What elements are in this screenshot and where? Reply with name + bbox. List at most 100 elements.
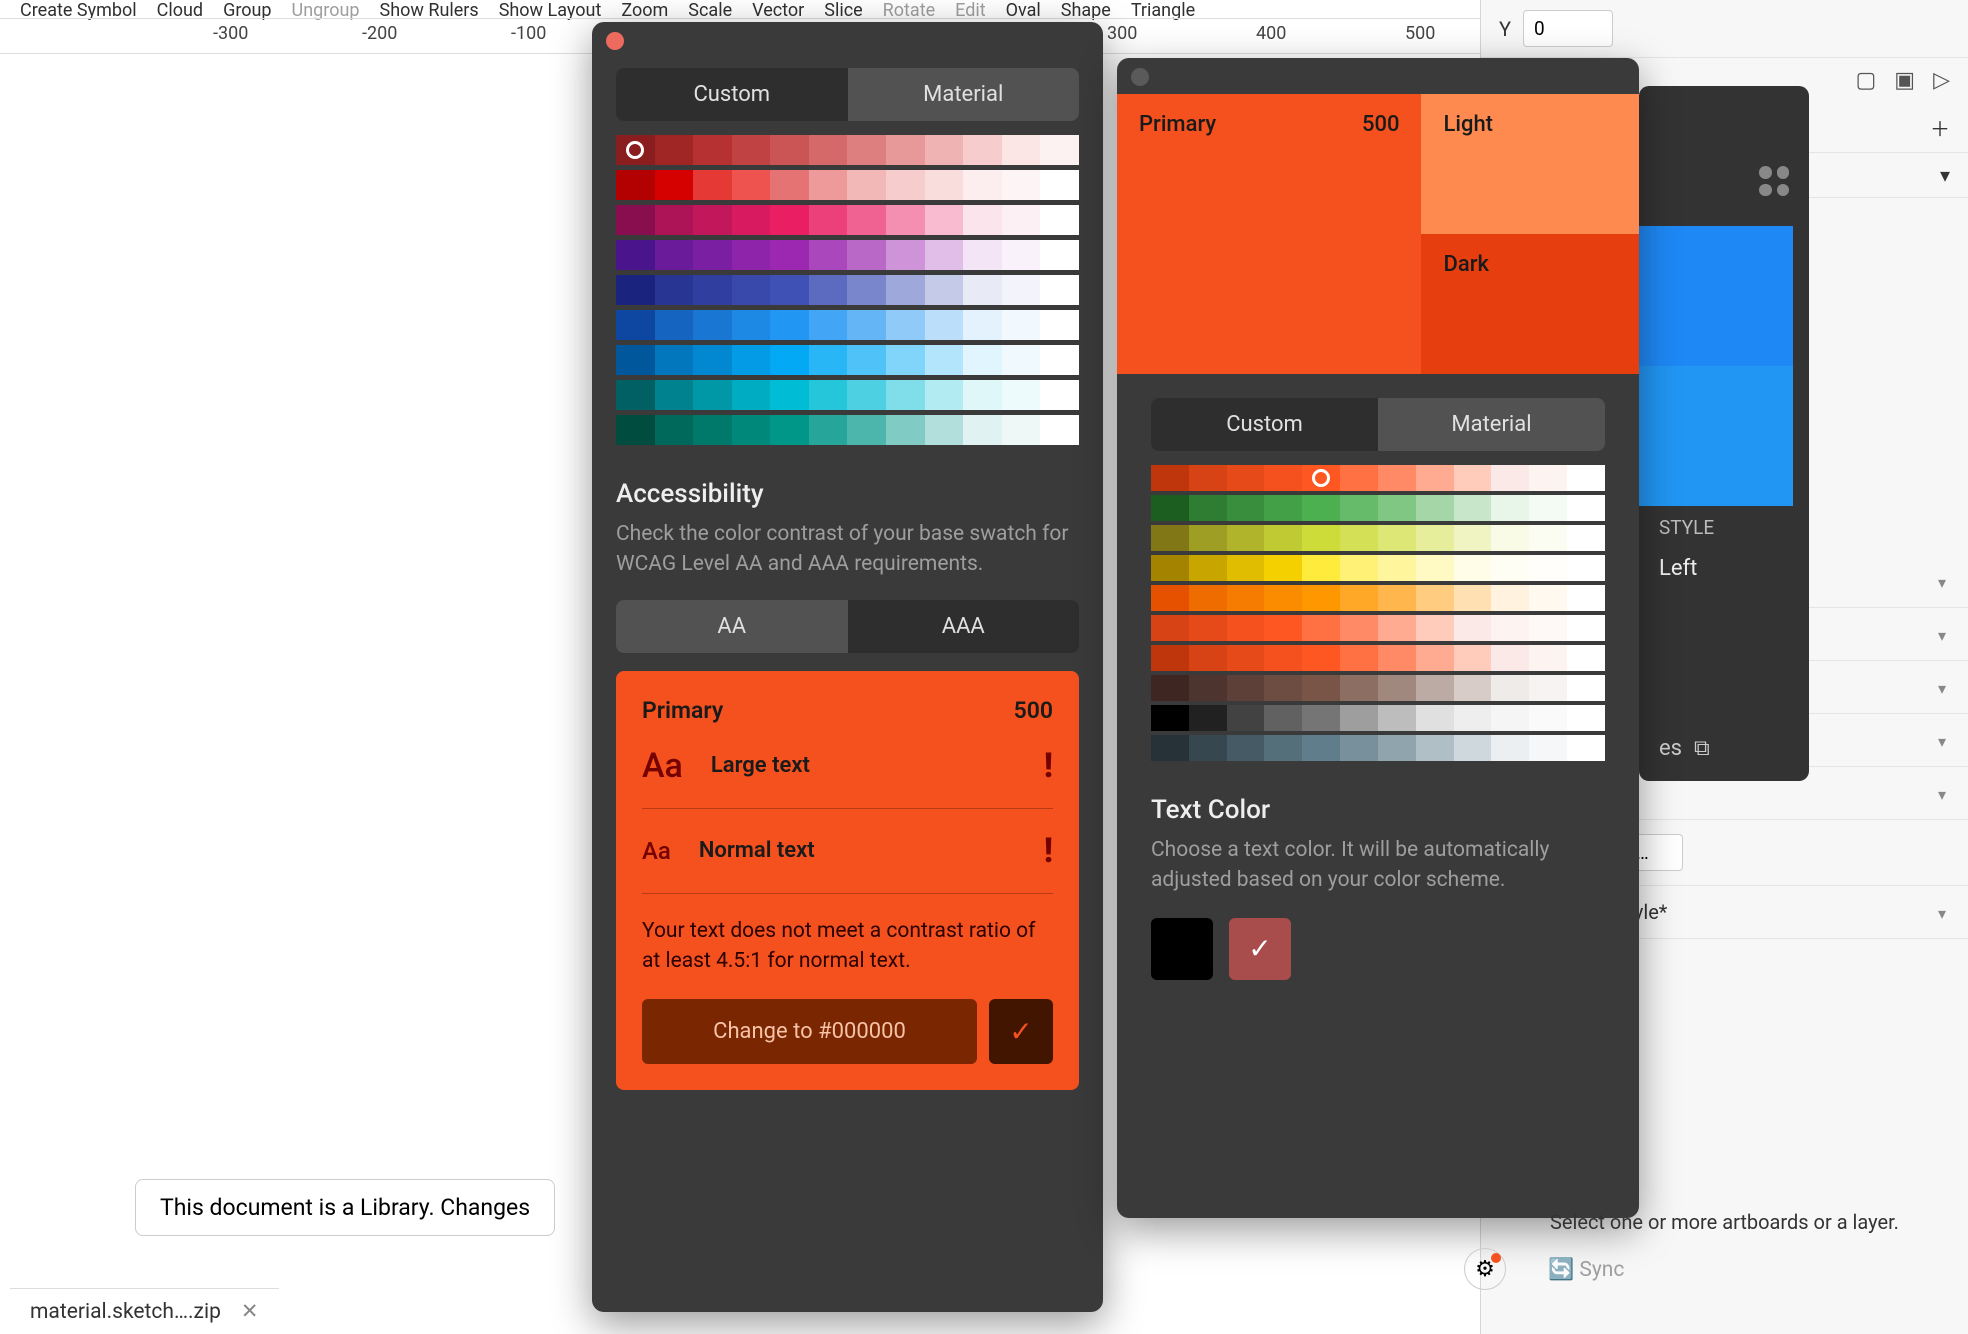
color-swatch[interactable] xyxy=(1227,615,1265,641)
color-swatch[interactable] xyxy=(693,205,732,235)
color-swatch[interactable] xyxy=(693,240,732,270)
color-swatch[interactable] xyxy=(1151,525,1189,551)
toolbar-edit[interactable]: Edit xyxy=(955,0,985,18)
color-swatch[interactable] xyxy=(1529,555,1567,581)
color-swatch[interactable] xyxy=(1151,585,1189,611)
color-swatch[interactable] xyxy=(809,205,848,235)
close-tab-icon[interactable]: ✕ xyxy=(241,1299,259,1324)
color-swatch[interactable] xyxy=(1302,465,1340,491)
color-swatch[interactable] xyxy=(1040,380,1079,410)
color-swatch[interactable] xyxy=(1454,465,1492,491)
color-swatch[interactable] xyxy=(1529,585,1567,611)
style-value[interactable]: Left xyxy=(1659,556,1697,581)
color-swatch[interactable] xyxy=(1567,675,1605,701)
seg-aaa[interactable]: AAA xyxy=(848,600,1080,653)
primary-light-swatch[interactable]: Light xyxy=(1421,94,1639,234)
color-swatch[interactable] xyxy=(1002,275,1041,305)
palette-ramps-2[interactable] xyxy=(1151,465,1605,761)
color-swatch[interactable] xyxy=(1378,465,1416,491)
color-ramp[interactable] xyxy=(1151,555,1605,581)
color-ramp[interactable] xyxy=(616,415,1079,445)
color-swatch[interactable] xyxy=(770,170,809,200)
color-swatch[interactable] xyxy=(809,135,848,165)
color-swatch[interactable] xyxy=(1264,705,1302,731)
color-swatch[interactable] xyxy=(655,205,694,235)
color-swatch[interactable] xyxy=(847,345,886,375)
color-swatch[interactable] xyxy=(1491,735,1529,761)
toolbar-ungroup[interactable]: Ungroup xyxy=(292,0,360,18)
color-swatch[interactable] xyxy=(1151,705,1189,731)
toolbar-show-layout[interactable]: Show Layout xyxy=(499,0,602,18)
color-swatch[interactable] xyxy=(1378,705,1416,731)
color-swatch[interactable] xyxy=(1378,675,1416,701)
color-swatch[interactable] xyxy=(1416,525,1454,551)
color-swatch[interactable] xyxy=(732,135,771,165)
color-swatch[interactable] xyxy=(925,135,964,165)
color-swatch[interactable] xyxy=(963,415,1002,445)
color-swatch[interactable] xyxy=(616,415,655,445)
color-swatch[interactable] xyxy=(1189,645,1227,671)
color-swatch[interactable] xyxy=(847,135,886,165)
color-swatch[interactable] xyxy=(693,275,732,305)
color-swatch[interactable] xyxy=(1491,675,1529,701)
color-swatch[interactable] xyxy=(655,170,694,200)
color-swatch[interactable] xyxy=(732,275,771,305)
color-swatch[interactable] xyxy=(1151,615,1189,641)
color-ramp[interactable] xyxy=(616,380,1079,410)
toolbar-zoom[interactable]: Zoom xyxy=(621,0,668,18)
color-swatch[interactable] xyxy=(886,415,925,445)
color-swatch[interactable] xyxy=(770,345,809,375)
color-swatch[interactable] xyxy=(1264,675,1302,701)
seg-material[interactable]: Material xyxy=(1378,398,1605,451)
color-swatch[interactable] xyxy=(1302,555,1340,581)
color-swatch[interactable] xyxy=(1264,555,1302,581)
color-swatch[interactable] xyxy=(770,275,809,305)
color-swatch[interactable] xyxy=(963,240,1002,270)
color-swatch[interactable] xyxy=(693,310,732,340)
color-swatch[interactable] xyxy=(1002,345,1041,375)
color-swatch[interactable] xyxy=(1227,465,1265,491)
text-color-selected[interactable]: ✓ xyxy=(1229,918,1291,980)
settings-button[interactable]: ⚙ xyxy=(1464,1248,1506,1290)
color-swatch[interactable] xyxy=(809,380,848,410)
color-swatch[interactable] xyxy=(1567,705,1605,731)
color-swatch[interactable] xyxy=(1567,735,1605,761)
color-swatch[interactable] xyxy=(732,205,771,235)
color-swatch[interactable] xyxy=(1567,525,1605,551)
color-swatch[interactable] xyxy=(770,310,809,340)
color-ramp[interactable] xyxy=(1151,465,1605,491)
color-swatch[interactable] xyxy=(616,345,655,375)
toolbar-triangle[interactable]: Triangle xyxy=(1131,0,1195,18)
color-swatch[interactable] xyxy=(1002,415,1041,445)
color-swatch[interactable] xyxy=(809,275,848,305)
color-swatch[interactable] xyxy=(732,380,771,410)
color-swatch[interactable] xyxy=(925,380,964,410)
color-swatch[interactable] xyxy=(1340,555,1378,581)
palette-type-seg[interactable]: Custom Material xyxy=(616,68,1079,121)
color-swatch[interactable] xyxy=(655,415,694,445)
color-swatch[interactable] xyxy=(1002,170,1041,200)
grid-icon[interactable] xyxy=(1759,166,1789,196)
color-swatch[interactable] xyxy=(1340,735,1378,761)
color-swatch[interactable] xyxy=(1416,675,1454,701)
color-swatch[interactable] xyxy=(1378,585,1416,611)
color-swatch[interactable] xyxy=(1189,465,1227,491)
color-swatch[interactable] xyxy=(1264,465,1302,491)
color-swatch[interactable] xyxy=(847,380,886,410)
seg-aa[interactable]: AA xyxy=(616,600,848,653)
color-swatch[interactable] xyxy=(616,275,655,305)
color-swatch[interactable] xyxy=(1227,705,1265,731)
color-swatch[interactable] xyxy=(616,170,655,200)
color-swatch[interactable] xyxy=(1378,615,1416,641)
window-controls[interactable] xyxy=(606,32,624,50)
color-ramp[interactable] xyxy=(1151,495,1605,521)
color-swatch[interactable] xyxy=(1151,465,1189,491)
color-swatch[interactable] xyxy=(1264,585,1302,611)
color-swatch[interactable] xyxy=(1340,495,1378,521)
toolbar-create-symbol[interactable]: Create Symbol xyxy=(20,0,137,18)
color-swatch[interactable] xyxy=(1340,675,1378,701)
color-swatch[interactable] xyxy=(1567,465,1605,491)
color-swatch[interactable] xyxy=(1567,585,1605,611)
color-swatch[interactable] xyxy=(1227,675,1265,701)
color-swatch[interactable] xyxy=(1340,585,1378,611)
